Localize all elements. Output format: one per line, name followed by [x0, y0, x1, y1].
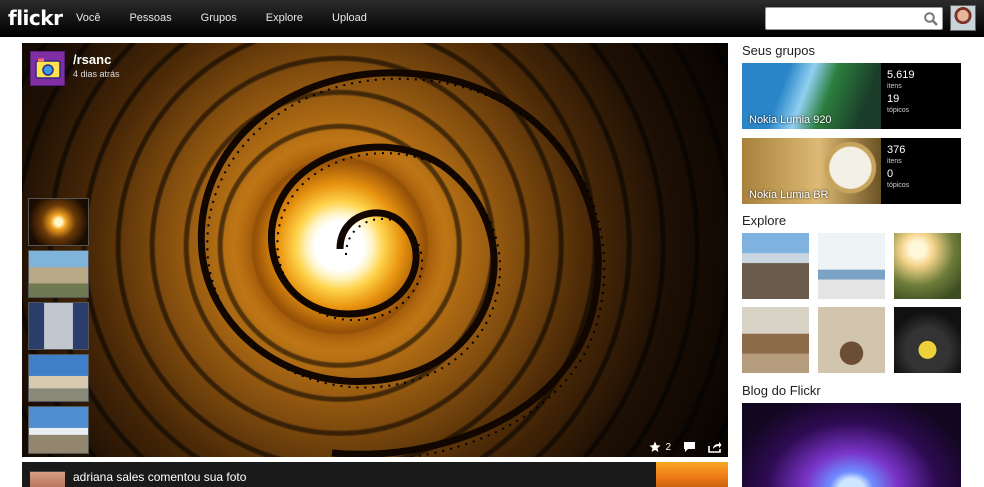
explore-photo[interactable] [742, 307, 809, 373]
uploader-name[interactable]: /rsanc [73, 52, 111, 67]
blog-title[interactable]: Blog do Flickr [742, 383, 962, 398]
search-box [765, 7, 943, 30]
group-items-count: 5.619 [887, 69, 915, 81]
group-stats: 376 itens 0 tópicos [887, 144, 909, 192]
main-nav: Você Pessoas Grupos Explore Upload [76, 0, 396, 37]
explore-photo[interactable] [742, 233, 809, 299]
explore-photo[interactable] [818, 233, 885, 299]
main-photo[interactable]: /rsanc 4 dias atrás 2 [22, 43, 728, 457]
group-items-count: 376 [887, 144, 906, 156]
explore-photo[interactable] [818, 307, 885, 373]
group-items-label: itens [887, 83, 902, 90]
share-icon [708, 441, 722, 453]
group-topics-label: tópicos [887, 107, 910, 114]
thumbnail[interactable] [28, 354, 89, 402]
activity-item[interactable]: adriana sales comentou sua foto [22, 462, 728, 487]
group-topics-label: tópicos [887, 182, 910, 189]
thumbnail[interactable] [28, 198, 89, 246]
search-input[interactable] [770, 10, 920, 27]
star-icon [649, 441, 661, 452]
photostream-thumbs [28, 198, 89, 457]
activity-photo-thumb[interactable] [656, 462, 728, 487]
group-topics-count: 19 [887, 93, 900, 105]
nav-item-upload[interactable]: Upload [332, 0, 367, 37]
comment-icon [684, 442, 695, 452]
explore-grid [742, 233, 962, 373]
uploader-avatar[interactable] [30, 51, 65, 86]
search-icon[interactable] [923, 11, 939, 27]
group-card[interactable]: Nokia Lumia 920 5.619 itens 19 tópicos [742, 63, 961, 129]
comment-button[interactable] [683, 441, 696, 453]
thumbnail[interactable] [28, 302, 89, 350]
flickr-logo[interactable]: flickr [8, 6, 63, 30]
share-button[interactable] [708, 441, 722, 453]
group-stats: 5.619 itens 19 tópicos [887, 69, 915, 117]
group-topics-count: 0 [887, 168, 894, 180]
favorite-button[interactable]: 2 [649, 441, 671, 453]
photo-actions: 2 [637, 441, 722, 453]
sidebar: Seus grupos Nokia Lumia 920 5.619 itens … [742, 43, 962, 487]
explore-title[interactable]: Explore [742, 213, 962, 228]
activity-text[interactable]: adriana sales comentou sua foto [73, 470, 246, 484]
groups-title[interactable]: Seus grupos [742, 43, 962, 58]
user-avatar[interactable] [950, 5, 976, 31]
thumbnail[interactable] [28, 250, 89, 298]
thumbnail[interactable] [28, 406, 89, 454]
staircase-swirl [197, 69, 606, 457]
explore-photo[interactable] [894, 307, 961, 373]
favorite-count: 2 [665, 441, 671, 453]
nav-item-pessoas[interactable]: Pessoas [129, 0, 171, 37]
upload-time: 4 dias atrás [73, 69, 120, 79]
group-items-label: itens [887, 158, 902, 165]
nav-item-grupos[interactable]: Grupos [201, 0, 237, 37]
group-name[interactable]: Nokia Lumia 920 [749, 114, 832, 126]
explore-photo[interactable] [894, 233, 961, 299]
blog-image[interactable] [742, 403, 961, 487]
commenter-avatar[interactable] [30, 471, 65, 487]
group-name[interactable]: Nokia Lumia BR [749, 189, 828, 201]
nav-item-explore[interactable]: Explore [266, 0, 303, 37]
group-card[interactable]: Nokia Lumia BR 376 itens 0 tópicos [742, 138, 961, 204]
nav-item-voce[interactable]: Você [76, 0, 100, 37]
top-bar: flickr Você Pessoas Grupos Explore Uploa… [0, 0, 984, 37]
